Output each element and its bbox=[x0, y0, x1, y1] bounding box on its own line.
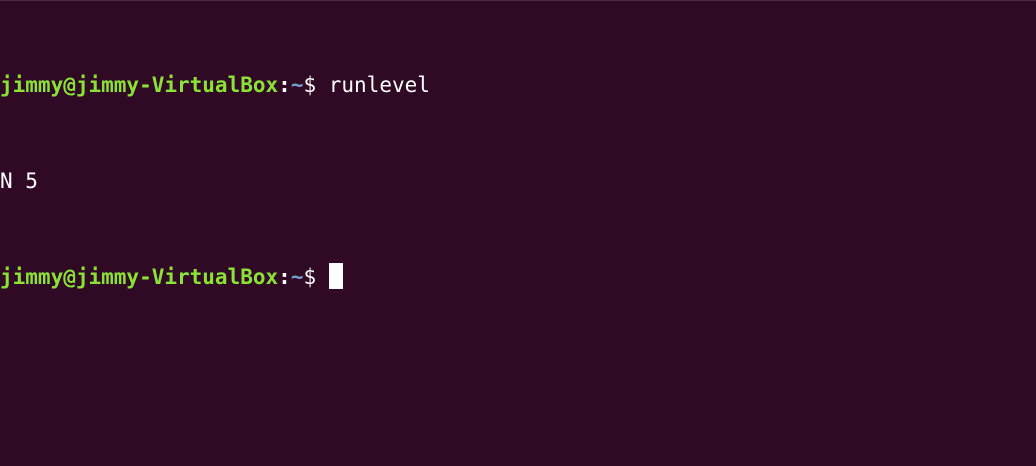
terminal-window[interactable]: jimmy@jimmy-VirtualBox:~$ runlevel N 5 j… bbox=[0, 0, 1036, 466]
prompt-symbol: $ bbox=[303, 265, 329, 289]
output-line: N 5 bbox=[0, 165, 1036, 197]
prompt-separator: : bbox=[278, 73, 291, 97]
prompt-path: ~ bbox=[290, 265, 304, 289]
command-line: jimmy@jimmy-VirtualBox:~$ runlevel bbox=[0, 69, 1036, 101]
prompt-path: ~ bbox=[290, 73, 304, 97]
prompt-symbol: $ bbox=[303, 73, 329, 97]
command-text: runlevel bbox=[328, 73, 430, 97]
prompt-user-host: jimmy@jimmy-VirtualBox bbox=[0, 265, 279, 289]
prompt-separator: : bbox=[278, 265, 291, 289]
prompt-user-host: jimmy@jimmy-VirtualBox bbox=[0, 73, 279, 97]
text-cursor bbox=[328, 263, 343, 289]
active-prompt-line[interactable]: jimmy@jimmy-VirtualBox:~$ bbox=[0, 261, 1036, 293]
command-output: N 5 bbox=[0, 169, 38, 193]
